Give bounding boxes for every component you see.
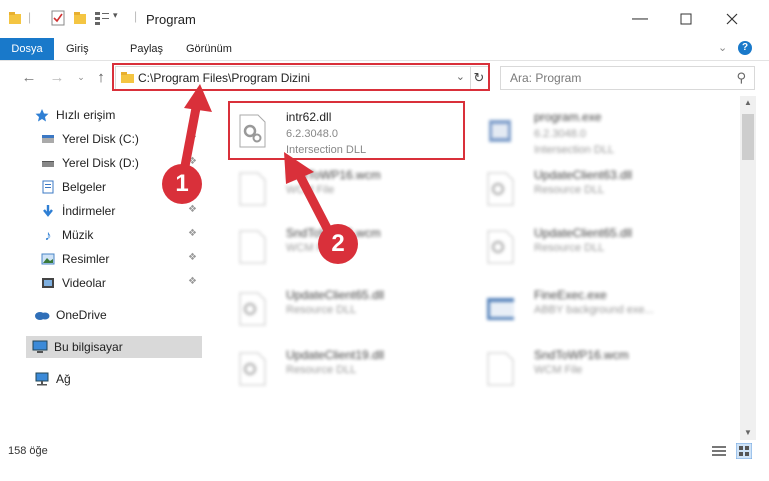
arrow-2-shaft (296, 173, 334, 237)
arrow-1-head (184, 84, 212, 112)
callout-badge-1: 1 (162, 164, 202, 204)
callout-badge-2: 2 (318, 224, 358, 264)
callout-arrows (177, 84, 334, 237)
